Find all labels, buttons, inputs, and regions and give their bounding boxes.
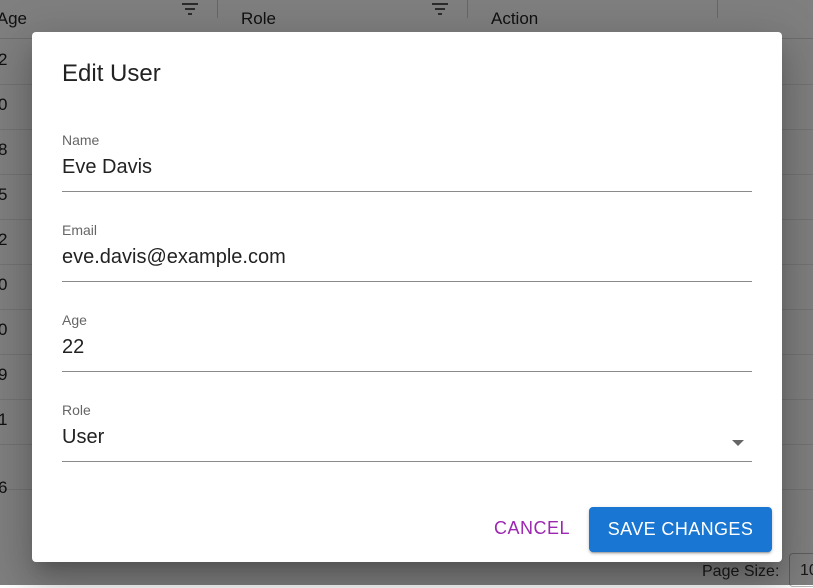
age-field-label: Age <box>62 312 87 328</box>
field-underline <box>62 191 752 192</box>
role-field-label: Role <box>62 402 91 418</box>
field-underline <box>62 371 752 372</box>
cancel-button[interactable]: CANCEL <box>486 509 578 547</box>
email-input[interactable] <box>62 242 752 272</box>
dialog-title: Edit User <box>62 60 161 87</box>
email-field-label: Email <box>62 222 98 238</box>
save-changes-button[interactable]: SAVE CHANGES <box>589 507 772 552</box>
name-field: Name <box>62 132 752 192</box>
edit-user-dialog: Edit User Name Email Age Role User CANCE… <box>32 32 782 562</box>
name-input[interactable] <box>62 152 752 182</box>
field-underline <box>62 281 752 282</box>
role-field: Role User <box>62 402 752 462</box>
role-select-value: User <box>62 426 105 448</box>
age-input[interactable] <box>62 332 752 362</box>
chevron-down-icon[interactable] <box>732 440 744 446</box>
email-field: Email <box>62 222 752 282</box>
field-underline <box>62 461 752 462</box>
role-select[interactable]: User <box>62 422 752 452</box>
age-field: Age <box>62 312 752 372</box>
name-field-label: Name <box>62 132 100 148</box>
